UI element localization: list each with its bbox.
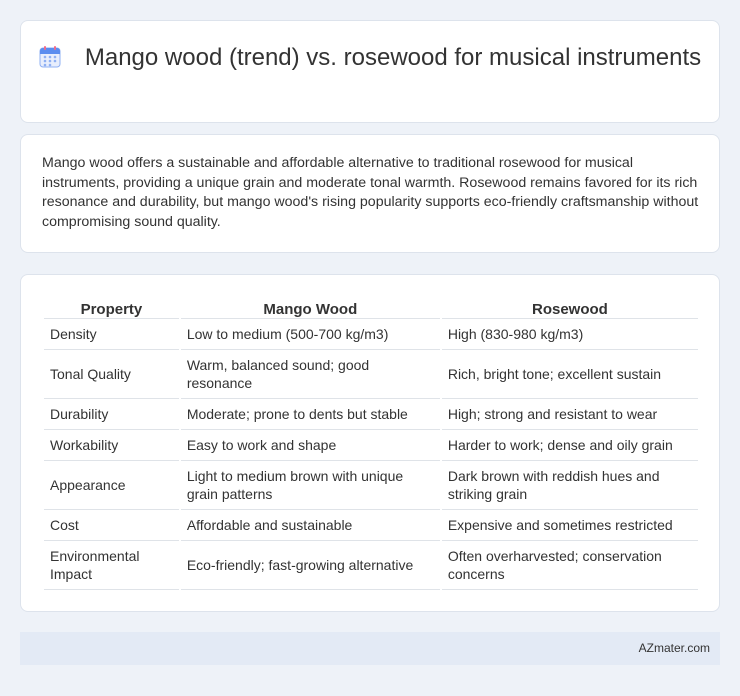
table-cell: High; strong and resistant to wear: [441, 399, 698, 430]
comparison-table: Property Mango Wood Rosewood Density Low…: [42, 295, 700, 590]
table-row: Durability Moderate; prone to dents but …: [44, 399, 698, 430]
table-row: Workability Easy to work and shape Harde…: [44, 430, 698, 461]
table-row: Cost Affordable and sustainable Expensiv…: [44, 510, 698, 541]
table-cell: Cost: [44, 510, 179, 541]
table-cell: Density: [44, 319, 179, 350]
table-cell: Light to medium brown with unique grain …: [180, 461, 440, 510]
table-cell: Eco-friendly; fast-growing alternative: [180, 541, 440, 590]
table-cell: Appearance: [44, 461, 179, 510]
table-header-row: Property Mango Wood Rosewood: [44, 295, 698, 319]
table-row: Tonal Quality Warm, balanced sound; good…: [44, 350, 698, 399]
table-cell: Easy to work and shape: [180, 430, 440, 461]
table-cell: Durability: [44, 399, 179, 430]
table-row: Density Low to medium (500-700 kg/m3) Hi…: [44, 319, 698, 350]
comparison-card: Property Mango Wood Rosewood Density Low…: [20, 274, 720, 612]
page-title-text: Mango wood (trend) vs. rosewood for musi…: [84, 44, 702, 71]
page-title: Mango wood (trend) vs. rosewood for musi…: [21, 43, 719, 72]
calendar-icon: [39, 46, 61, 68]
table-row: Appearance Light to medium brown with un…: [44, 461, 698, 510]
table-cell: Moderate; prone to dents but stable: [180, 399, 440, 430]
table-cell: High (830-980 kg/m3): [441, 319, 698, 350]
footer-brand-link[interactable]: AZmater.com: [639, 641, 710, 655]
summary-card: Mango wood offers a sustainable and affo…: [20, 134, 720, 253]
table-row: Environmental Impact Eco-friendly; fast-…: [44, 541, 698, 590]
table-cell: Workability: [44, 430, 179, 461]
table-cell: Affordable and sustainable: [180, 510, 440, 541]
table-cell: Low to medium (500-700 kg/m3): [180, 319, 440, 350]
table-cell: Environmental Impact: [44, 541, 179, 590]
table-cell: Dark brown with reddish hues and strikin…: [441, 461, 698, 510]
summary-text: Mango wood offers a sustainable and affo…: [42, 155, 699, 230]
header-property: Property: [44, 295, 179, 319]
header-mango-wood: Mango Wood: [180, 295, 440, 319]
table-cell: Expensive and sometimes restricted: [441, 510, 698, 541]
footer: AZmater.com: [20, 632, 720, 665]
title-card: Mango wood (trend) vs. rosewood for musi…: [20, 20, 720, 123]
table-cell: Rich, bright tone; excellent sustain: [441, 350, 698, 399]
header-rosewood: Rosewood: [441, 295, 698, 319]
table-cell: Harder to work; dense and oily grain: [441, 430, 698, 461]
table-cell: Warm, balanced sound; good resonance: [180, 350, 440, 399]
table-cell: Tonal Quality: [44, 350, 179, 399]
table-cell: Often overharvested; conservation concer…: [441, 541, 698, 590]
